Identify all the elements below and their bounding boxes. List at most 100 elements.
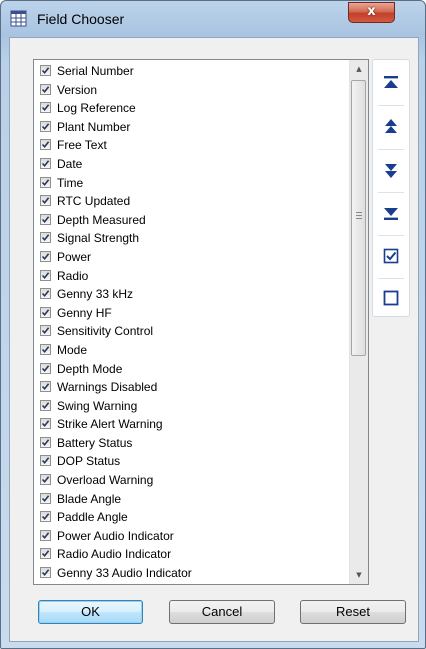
field-checkbox[interactable] bbox=[40, 474, 51, 486]
field-checkbox[interactable] bbox=[40, 213, 51, 225]
checkmark-icon bbox=[41, 85, 50, 93]
checkmark-icon bbox=[41, 160, 50, 167]
field-checkbox[interactable] bbox=[40, 325, 51, 337]
reset-button[interactable]: Reset bbox=[300, 600, 406, 624]
move-up-button[interactable] bbox=[376, 112, 406, 142]
field-label: Overload Warning bbox=[57, 473, 154, 488]
field-list-item[interactable]: RTC Updated bbox=[34, 192, 348, 211]
field-checkbox[interactable] bbox=[40, 511, 51, 523]
field-list-item[interactable]: Strike Alert Warning bbox=[34, 415, 348, 434]
toolbar-separator bbox=[378, 278, 404, 279]
field-list-item[interactable]: Genny HF bbox=[34, 304, 348, 323]
close-icon: x bbox=[367, 4, 376, 19]
field-checkbox[interactable] bbox=[40, 288, 51, 300]
checkmark-icon bbox=[41, 234, 50, 242]
field-checkbox[interactable] bbox=[40, 548, 51, 560]
move-down-button[interactable] bbox=[376, 155, 406, 185]
field-checkbox[interactable] bbox=[40, 139, 51, 151]
move-to-top-icon bbox=[384, 76, 398, 88]
scroll-thumb[interactable] bbox=[351, 80, 366, 356]
field-list-item[interactable]: Paddle Angle bbox=[34, 508, 348, 527]
field-list-item[interactable]: Warnings Disabled bbox=[34, 378, 348, 397]
field-checkbox[interactable] bbox=[40, 176, 51, 188]
field-list-item[interactable]: Battery Status bbox=[34, 434, 348, 453]
field-checkbox[interactable] bbox=[40, 362, 51, 374]
move-to-bottom-button[interactable] bbox=[376, 198, 406, 228]
field-checkbox[interactable] bbox=[40, 418, 51, 430]
field-label: Power bbox=[57, 249, 92, 264]
field-label: Radio Audio Indicator bbox=[57, 547, 172, 562]
field-label: Depth Measured bbox=[57, 212, 146, 227]
field-label: Blade Angle bbox=[57, 491, 122, 506]
move-to-top-button[interactable] bbox=[376, 68, 406, 98]
field-checkbox[interactable] bbox=[40, 269, 51, 281]
field-checkbox[interactable] bbox=[40, 120, 51, 132]
field-checkbox[interactable] bbox=[40, 250, 51, 262]
field-list-item[interactable]: Log Reference bbox=[34, 99, 348, 118]
field-list-item[interactable]: Sensitivity Control bbox=[34, 322, 348, 341]
field-checkbox[interactable] bbox=[40, 381, 51, 393]
scroll-up-arrow-icon[interactable]: ▲ bbox=[350, 60, 368, 78]
field-checkbox[interactable] bbox=[40, 195, 51, 207]
field-label: Power Audio Indicator bbox=[57, 528, 174, 543]
field-checkbox[interactable] bbox=[40, 343, 51, 355]
checkmark-icon bbox=[41, 364, 50, 372]
scroll-grip-icon bbox=[356, 212, 362, 219]
toolbar-separator bbox=[378, 149, 404, 150]
field-label: Radio bbox=[57, 268, 89, 283]
checkmark-icon bbox=[41, 346, 50, 353]
field-checkbox[interactable] bbox=[40, 102, 51, 114]
field-list-item[interactable]: Free Text bbox=[34, 136, 348, 155]
field-label: Paddle Angle bbox=[57, 510, 128, 525]
field-label: RTC Updated bbox=[57, 194, 131, 209]
field-checkbox[interactable] bbox=[40, 529, 51, 541]
field-list-item[interactable]: Power bbox=[34, 248, 348, 267]
field-list-item[interactable]: Serial Number bbox=[34, 62, 348, 81]
field-checkbox[interactable] bbox=[40, 157, 51, 169]
field-list-item[interactable]: Time bbox=[34, 174, 348, 193]
dialog-client-area: Serial Number Version Log Reference Plant N… bbox=[9, 37, 419, 642]
cancel-button[interactable]: Cancel bbox=[169, 600, 275, 624]
field-label: Swing Warning bbox=[57, 398, 138, 413]
field-list-item[interactable]: Overload Warning bbox=[34, 471, 348, 490]
field-list-item[interactable]: Swing Warning bbox=[34, 397, 348, 416]
field-list-item[interactable]: Plant Number bbox=[34, 118, 348, 137]
field-checkbox[interactable] bbox=[40, 436, 51, 448]
field-list-item[interactable]: Genny 33 Audio Indicator bbox=[34, 564, 348, 583]
field-list-item[interactable]: Mode bbox=[34, 341, 348, 360]
field-checkbox[interactable] bbox=[40, 455, 51, 467]
field-label: Depth Mode bbox=[57, 361, 123, 376]
field-list-item[interactable]: Version bbox=[34, 81, 348, 100]
field-label: Plant Number bbox=[57, 119, 131, 134]
order-toolbar bbox=[372, 59, 410, 317]
ok-button[interactable]: OK bbox=[38, 600, 143, 624]
field-checkbox[interactable] bbox=[40, 232, 51, 244]
field-checkbox[interactable] bbox=[40, 399, 51, 411]
field-list[interactable]: Serial Number Version Log Reference Plant N… bbox=[33, 59, 369, 585]
field-list-item[interactable]: Blade Angle bbox=[34, 490, 348, 509]
field-checkbox[interactable] bbox=[40, 65, 51, 76]
field-checkbox[interactable] bbox=[40, 567, 51, 579]
field-checkbox[interactable] bbox=[40, 492, 51, 504]
check-all-button[interactable] bbox=[376, 241, 406, 271]
field-list-item[interactable]: Date bbox=[34, 155, 348, 174]
checkmark-icon bbox=[41, 253, 50, 260]
field-checkbox[interactable] bbox=[40, 83, 51, 95]
uncheck-all-button[interactable] bbox=[376, 283, 406, 313]
checkmark-icon bbox=[41, 476, 50, 484]
field-list-item[interactable]: Radio bbox=[34, 267, 348, 286]
field-list-item[interactable]: Power Audio Indicator bbox=[34, 527, 348, 546]
field-checkbox[interactable] bbox=[40, 306, 51, 318]
field-list-item[interactable]: Depth Mode bbox=[34, 360, 348, 379]
field-list-item[interactable]: Signal Strength bbox=[34, 229, 348, 248]
field-label: Strike Alert Warning bbox=[57, 417, 163, 432]
field-list-item[interactable]: Radio Audio Indicator bbox=[34, 545, 348, 564]
field-list-item[interactable]: Depth Measured bbox=[34, 211, 348, 230]
field-list-item[interactable]: Genny 33 kHz bbox=[34, 285, 348, 304]
field-label: Time bbox=[57, 175, 84, 190]
close-button[interactable]: x bbox=[348, 2, 395, 23]
title-bar[interactable]: Field Chooser x bbox=[1, 1, 425, 37]
vertical-scrollbar[interactable]: ▲ ▼ bbox=[349, 60, 368, 584]
field-list-item[interactable]: DOP Status bbox=[34, 452, 348, 471]
scroll-down-arrow-icon[interactable]: ▼ bbox=[350, 566, 368, 584]
